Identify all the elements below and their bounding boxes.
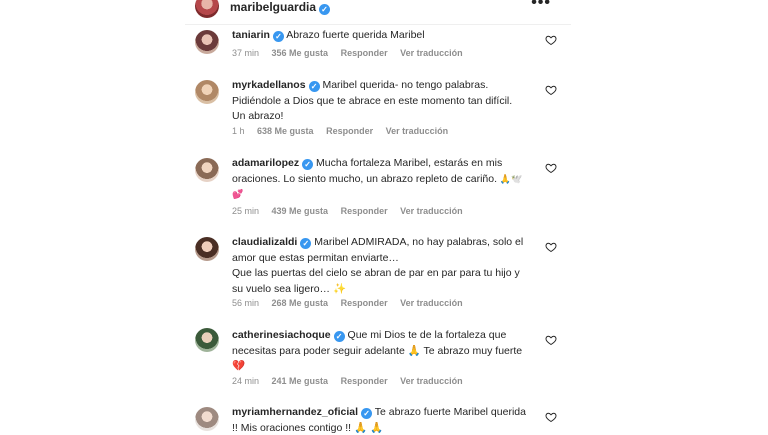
reply-button[interactable]: Responder <box>326 126 373 136</box>
author-username[interactable]: maribelguardia ✓ <box>230 0 331 15</box>
reply-button[interactable]: Responder <box>341 48 388 58</box>
commenter-username[interactable]: catherinesiachoque <box>232 329 331 341</box>
comment-text: myriamhernandez_oficial ✓ Te abrazo fuert… <box>232 406 526 434</box>
likes-count[interactable]: 356 Me gusta <box>272 48 329 58</box>
like-heart-icon[interactable] <box>545 334 557 346</box>
verified-badge-icon: ✓ <box>272 31 284 42</box>
reply-button[interactable]: Responder <box>341 376 388 386</box>
likes-count[interactable]: 638 Me gusta <box>257 126 314 136</box>
comment-meta: 1 h 638 Me gusta Responder Ver traducció… <box>232 126 458 136</box>
more-options-icon[interactable]: ••• <box>531 0 551 12</box>
translate-button[interactable]: Ver traducción <box>400 298 463 308</box>
like-heart-icon[interactable] <box>545 84 557 96</box>
comments-panel: maribelguardia ✓ ••• taniarin ✓ Abrazo fue… <box>185 0 571 435</box>
commenter-username[interactable]: myriamhernandez_oficial <box>232 406 358 418</box>
like-heart-icon[interactable] <box>545 241 557 253</box>
commenter-username[interactable]: myrkadellanos <box>232 79 306 91</box>
reply-button[interactable]: Responder <box>341 298 388 308</box>
comment-time: 1 h <box>232 126 245 136</box>
translate-button[interactable]: Ver traducción <box>400 206 463 216</box>
commenter-avatar[interactable] <box>195 328 219 352</box>
comment-meta: 24 min 241 Me gusta Responder Ver traduc… <box>232 376 473 386</box>
comment-text: myrkadellanos ✓ Maribel querida- no tengo… <box>232 79 513 122</box>
verified-badge-icon: ✓ <box>361 408 373 419</box>
comment-meta: 25 min 439 Me gusta Responder Ver traduc… <box>232 206 473 216</box>
verified-badge-icon: ✓ <box>319 4 331 15</box>
commenter-avatar[interactable] <box>195 30 219 54</box>
commenter-username[interactable]: adamarilopez <box>232 157 299 169</box>
translate-button[interactable]: Ver traducción <box>400 376 463 386</box>
comment-text: claudializaldi ✓ Maribel ADMIRADA, no hay… <box>232 236 524 295</box>
comment-time: 24 min <box>232 376 260 386</box>
commenter-username[interactable]: taniarin <box>232 29 270 41</box>
comment-time: 56 min <box>232 298 260 308</box>
comment-text: adamarilopez ✓ Mucha fortaleza Maribel, e… <box>232 157 523 199</box>
header-divider <box>185 24 571 25</box>
emoji: 💔 <box>232 360 246 372</box>
commenter-username[interactable]: claudializaldi <box>232 236 297 248</box>
likes-count[interactable]: 268 Me gusta <box>272 298 329 308</box>
like-heart-icon[interactable] <box>545 34 557 46</box>
comment-text: catherinesiachoque ✓ Que mi Dios te de la… <box>232 329 523 372</box>
like-heart-icon[interactable] <box>545 411 557 423</box>
commenter-avatar[interactable] <box>195 80 219 104</box>
translate-button[interactable]: Ver traducción <box>386 126 449 136</box>
commenter-avatar[interactable] <box>195 158 219 182</box>
commenter-avatar[interactable] <box>195 237 219 261</box>
translate-button[interactable]: Ver traducción <box>400 48 463 58</box>
like-heart-icon[interactable] <box>545 162 557 174</box>
comment-meta: 37 min 356 Me gusta Responder Ver traduc… <box>232 48 473 58</box>
commenter-avatar[interactable] <box>195 407 219 431</box>
reply-button[interactable]: Responder <box>341 206 388 216</box>
likes-count[interactable]: 241 Me gusta <box>272 376 329 386</box>
author-avatar[interactable] <box>195 0 219 18</box>
post-header: maribelguardia ✓ ••• <box>185 0 571 24</box>
comment-text: taniarin ✓ Abrazo fuerte querida Maribel <box>232 29 425 42</box>
likes-count[interactable]: 439 Me gusta <box>272 206 329 216</box>
verified-badge-icon: ✓ <box>308 81 320 92</box>
verified-badge-icon: ✓ <box>302 159 314 170</box>
comment-time: 25 min <box>232 206 260 216</box>
verified-badge-icon: ✓ <box>333 331 345 342</box>
comment-time: 37 min <box>232 48 260 58</box>
verified-badge-icon: ✓ <box>300 238 312 249</box>
comment-meta: 56 min 268 Me gusta Responder Ver traduc… <box>232 298 473 308</box>
